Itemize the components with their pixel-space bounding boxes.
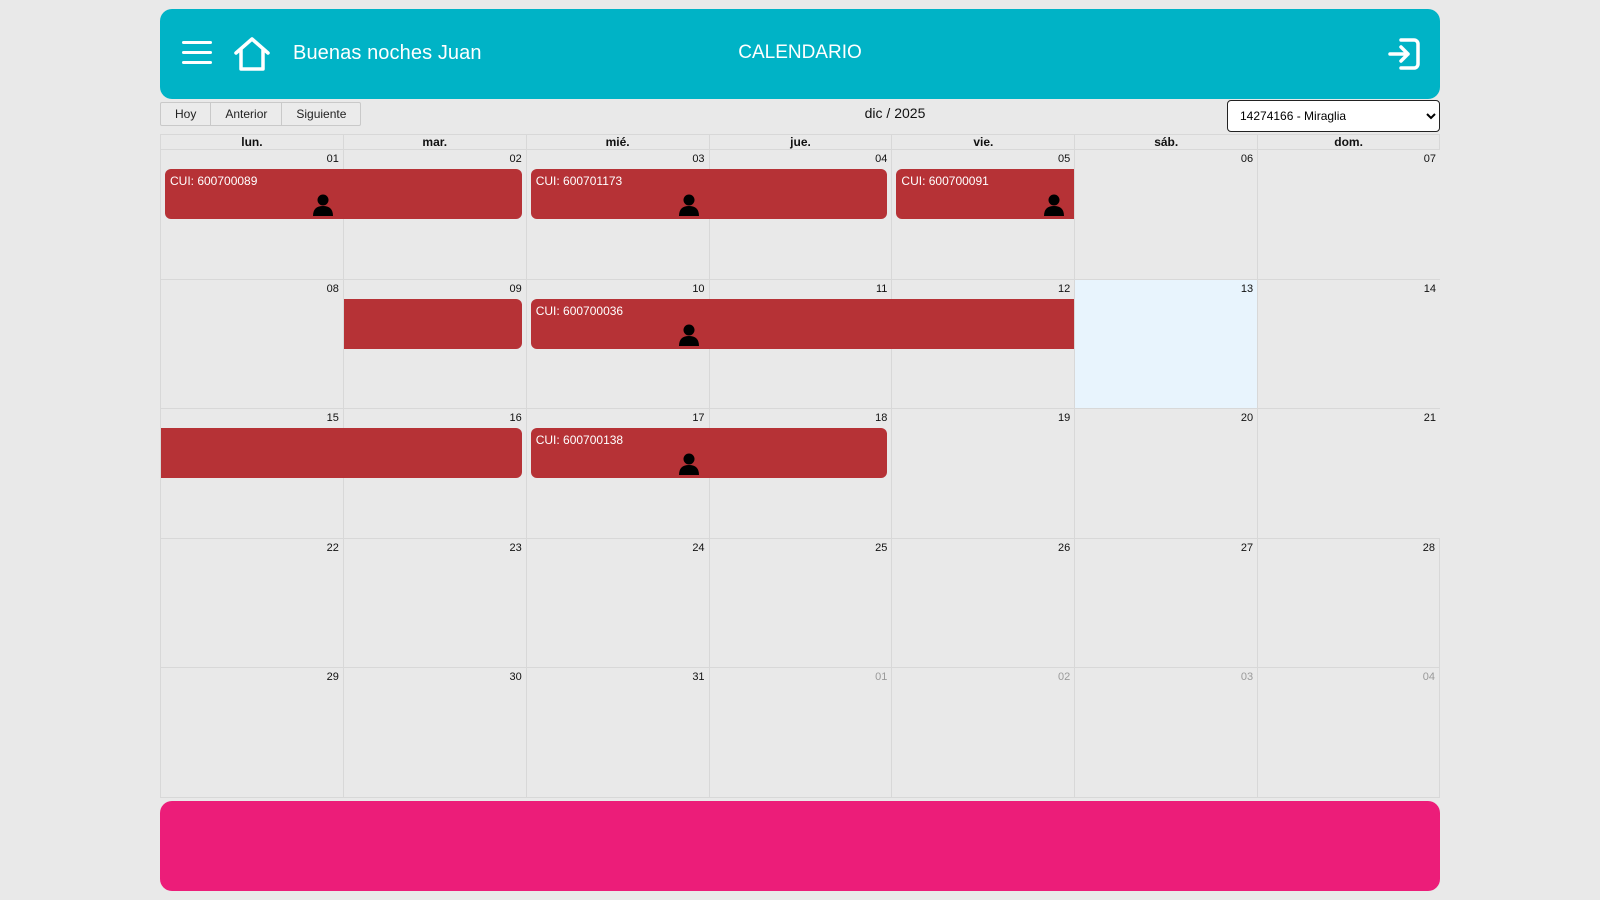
day-number[interactable]: 24: [692, 542, 704, 554]
day-number[interactable]: 31: [692, 671, 704, 683]
weekday-header: mar.: [342, 135, 526, 150]
calendar-day-cell[interactable]: 03: [1074, 668, 1257, 797]
weekday-header: lun.: [160, 135, 343, 150]
day-number[interactable]: 03: [692, 153, 704, 165]
calendar-day-cell[interactable]: 01: [708, 668, 892, 797]
day-number[interactable]: 25: [875, 542, 887, 554]
day-number[interactable]: 04: [1423, 671, 1435, 683]
calendar-day-cell[interactable]: 14: [1257, 279, 1440, 409]
app-footer: [160, 801, 1440, 891]
day-number[interactable]: 05: [1058, 153, 1070, 165]
day-number[interactable]: 07: [1424, 153, 1436, 165]
day-number[interactable]: 21: [1424, 412, 1436, 424]
day-number[interactable]: 20: [1241, 412, 1253, 424]
day-number[interactable]: 09: [509, 283, 521, 295]
weekday-header: vie.: [891, 135, 1074, 150]
day-number[interactable]: 01: [875, 671, 887, 683]
calendar-day-cell[interactable]: 20: [1074, 409, 1257, 538]
calendar-day-cell[interactable]: 31: [525, 668, 709, 797]
day-number[interactable]: 23: [509, 542, 521, 554]
calendar-day-cell[interactable]: 29: [160, 668, 343, 797]
weekday-header: dom.: [1257, 135, 1440, 150]
previous-button[interactable]: Anterior: [211, 102, 283, 126]
day-number[interactable]: 12: [1058, 283, 1070, 295]
month-label: dic / 2025: [864, 105, 926, 121]
event-label[interactable]: CUI: 600700036: [536, 304, 623, 318]
calendar-event[interactable]: CUI: 600700036: [530, 298, 1075, 349]
calendar-day-cell[interactable]: 24: [525, 538, 709, 668]
calendar-event[interactable]: CUI: 600700089: [165, 169, 522, 219]
day-number[interactable]: 19: [1058, 412, 1070, 424]
day-number[interactable]: 22: [327, 542, 339, 554]
app-header: Buenas noches Juan CALENDARIO: [160, 9, 1440, 99]
month-calendar: lun. mar. mié. jue. vie. sáb. dom. 01 02 03 04 05 0…: [160, 134, 1440, 798]
day-number[interactable]: 17: [692, 412, 704, 424]
calendar-day-cell[interactable]: 13: [1074, 279, 1258, 409]
calendar-week-row: 01 02 03 04 05 06 07 CUI: 600700089 CUI: 6007011…: [160, 150, 1440, 280]
user-icon: [1044, 194, 1065, 216]
weekday-header: jue.: [708, 135, 892, 150]
calendar-week-row: 08 09 10 11 12 13 14 CUI: 600700036: [160, 279, 1440, 410]
day-number[interactable]: 08: [327, 283, 339, 295]
event-label[interactable]: CUI: 600701173: [536, 174, 623, 188]
calendar-day-cell[interactable]: 07: [1257, 150, 1440, 279]
page-title: CALENDARIO: [738, 42, 862, 63]
user-icon: [678, 324, 699, 346]
weekday-header: sáb.: [1074, 135, 1257, 150]
calendar-day-cell[interactable]: 06: [1074, 150, 1257, 279]
event-label[interactable]: CUI: 600700091: [901, 174, 988, 188]
calendar-weeks: 01 02 03 04 05 06 07 CUI: 600700089 CUI: 6007011…: [160, 150, 1440, 798]
day-number[interactable]: 06: [1241, 153, 1253, 165]
day-number[interactable]: 18: [875, 412, 887, 424]
weekday-header: mié.: [525, 135, 709, 150]
calendar-day-cell[interactable]: 04: [1257, 668, 1440, 797]
calendar-day-cell[interactable]: 19: [891, 409, 1074, 538]
calendar-day-cell[interactable]: 21: [1257, 409, 1440, 538]
day-number[interactable]: 14: [1424, 283, 1436, 295]
calendar-week-row: 29 30 31 01 02 03 04: [160, 668, 1440, 798]
user-icon: [678, 194, 699, 216]
calendar-day-cell[interactable]: 28: [1257, 538, 1440, 668]
day-number[interactable]: 03: [1241, 671, 1253, 683]
day-number[interactable]: 11: [876, 283, 887, 295]
day-number[interactable]: 16: [509, 412, 521, 424]
day-number[interactable]: 27: [1241, 542, 1253, 554]
calendar-day-cell[interactable]: 25: [708, 538, 892, 668]
calendar-event[interactable]: CUI: 600700138: [530, 428, 888, 479]
event-label[interactable]: CUI: 600700138: [536, 433, 623, 447]
calendar-day-cell[interactable]: 27: [1074, 538, 1257, 668]
user-icon: [312, 194, 333, 216]
day-number[interactable]: 26: [1058, 542, 1070, 554]
logout-icon[interactable]: [1387, 37, 1421, 71]
calendar-day-cell[interactable]: 30: [342, 668, 526, 797]
next-button[interactable]: Siguiente: [282, 102, 362, 126]
calendar-event[interactable]: [343, 298, 522, 349]
day-number[interactable]: 02: [1058, 671, 1070, 683]
user-icon: [678, 453, 699, 476]
calendar-week-row: 22 23 24 25 26 27 28: [160, 538, 1440, 669]
day-number[interactable]: 04: [875, 153, 887, 165]
calendar-event[interactable]: [161, 428, 522, 479]
calendar-event[interactable]: CUI: 600701173: [530, 169, 888, 219]
calendar-day-cell[interactable]: 26: [891, 538, 1074, 668]
calendar-day-cell[interactable]: 23: [342, 538, 526, 668]
day-number[interactable]: 28: [1423, 542, 1435, 554]
day-number[interactable]: 15: [327, 412, 339, 424]
calendar-event[interactable]: CUI: 600700091: [896, 169, 1075, 219]
event-label[interactable]: CUI: 600700089: [170, 174, 257, 188]
today-button[interactable]: Hoy: [160, 102, 212, 126]
calendar-nav-toolbar: Hoy Anterior Siguiente: [160, 102, 362, 126]
calendar-day-cell[interactable]: 22: [160, 538, 343, 668]
day-number[interactable]: 01: [327, 153, 339, 165]
day-number[interactable]: 02: [509, 153, 521, 165]
calendar-day-cell[interactable]: 02: [891, 668, 1074, 797]
day-number[interactable]: 13: [1241, 283, 1253, 295]
member-select[interactable]: 14274166 - Miraglia: [1227, 100, 1440, 132]
day-number[interactable]: 29: [327, 671, 339, 683]
weekday-header-row: lun. mar. mié. jue. vie. sáb. dom.: [160, 134, 1440, 150]
day-number[interactable]: 10: [692, 283, 704, 295]
calendar-day-cell[interactable]: 08: [160, 279, 343, 409]
calendar-week-row: 15 16 17 18 19 20 21 CUI: 600700138: [160, 409, 1440, 539]
day-number[interactable]: 30: [509, 671, 521, 683]
